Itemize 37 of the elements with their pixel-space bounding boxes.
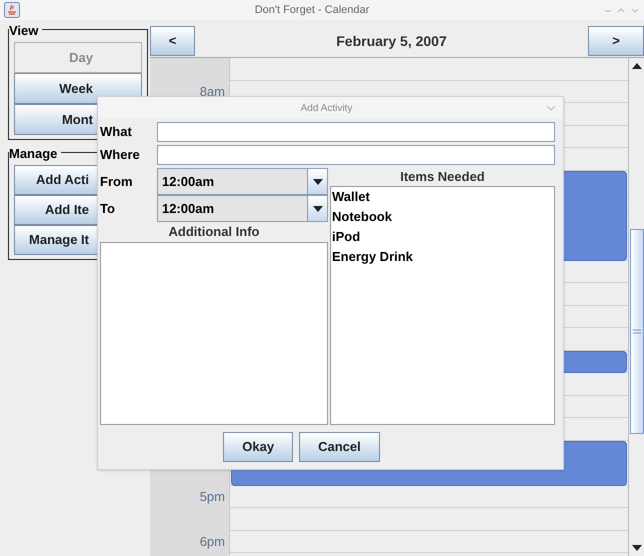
section-title: Additional Info (168, 223, 260, 242)
caret-icon (312, 178, 322, 184)
vertical-scrollbar[interactable] (628, 58, 644, 556)
time-dropdown[interactable]: 12:00am (157, 168, 328, 195)
next-button[interactable]: > (588, 26, 644, 56)
date-title: February 5, 2007 (335, 32, 448, 51)
time-dropdown[interactable]: 12:00am (157, 195, 328, 222)
window-controls-icon[interactable] (604, 6, 640, 14)
chevron-icon[interactable] (547, 106, 555, 110)
app-icon (4, 2, 20, 18)
scroll-up-icon[interactable] (632, 63, 642, 69)
dialog-button[interactable]: Cancel (299, 432, 380, 462)
list-item[interactable]: iPod (331, 227, 554, 247)
list-item[interactable]: Energy Drink (331, 247, 554, 267)
grip-icon (632, 329, 640, 334)
hour-label: 6pm (200, 532, 225, 551)
field-label: Where (100, 146, 141, 164)
dropdown-value: 12:00am (161, 172, 216, 191)
scroll-down-icon[interactable] (632, 545, 642, 551)
field-label: To (100, 200, 116, 218)
caret-icon (312, 206, 322, 212)
section-title: Items Needed (399, 168, 486, 186)
dialog-title: Add Activity (300, 102, 354, 116)
hour-label: 5pm (200, 488, 225, 506)
list-item[interactable]: Notebook (331, 207, 554, 227)
text-field[interactable] (157, 145, 555, 165)
field-label: From (100, 172, 134, 191)
view-button[interactable]: Week (14, 73, 142, 104)
caret-icon (632, 545, 642, 551)
hour-label: 8am (200, 82, 225, 100)
list-item[interactable]: Wallet (331, 187, 554, 207)
dialog-button[interactable]: Okay (223, 432, 294, 462)
window-title: Don't Forget - Calendar (254, 2, 370, 18)
dropdown-value: 12:00am (161, 200, 216, 218)
previous-button[interactable]: < (150, 26, 195, 56)
text-field[interactable] (157, 122, 555, 142)
scroll-thumb[interactable] (630, 229, 644, 434)
